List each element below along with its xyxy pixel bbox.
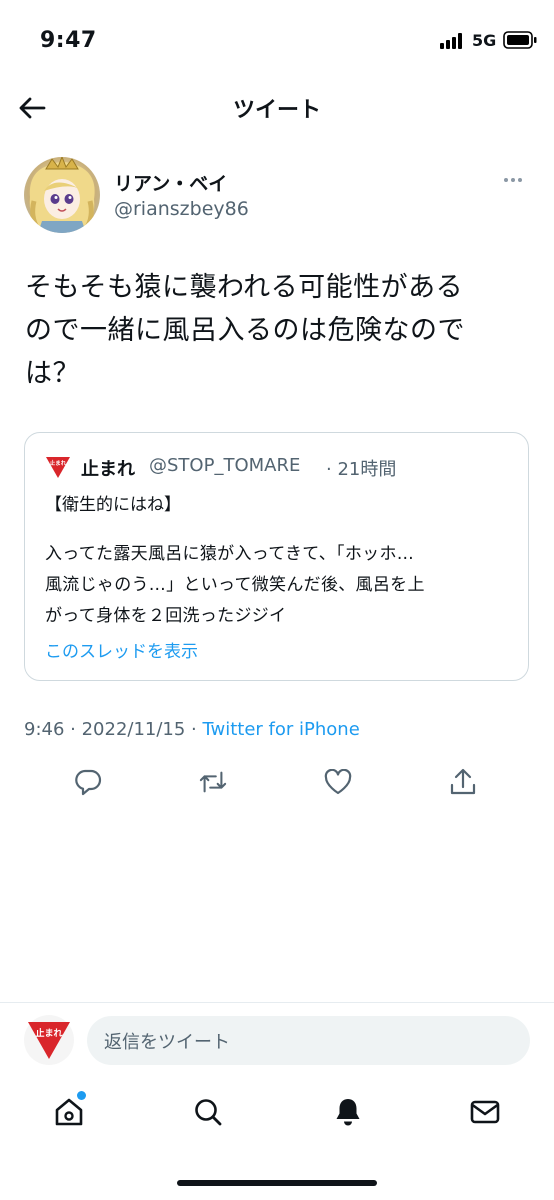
quoted-line: 入ってた露天風呂に猿が入ってきて、「ホッホ…	[45, 544, 415, 564]
back-button[interactable]	[14, 90, 50, 126]
page-title: ツイート	[232, 98, 321, 123]
notification-dot	[77, 1091, 86, 1100]
nav-notifications[interactable]	[328, 1092, 368, 1132]
quoted-display-name: 止まれ	[81, 459, 135, 480]
nav-search[interactable]	[188, 1092, 228, 1132]
bell-icon	[336, 1099, 360, 1126]
display-name[interactable]: リアン・ベイ	[114, 169, 227, 196]
tweet-line: は？	[25, 358, 80, 389]
tweet-meta: 9:46 · 2022/11/15 · Twitter for iPhone	[24, 719, 360, 740]
more-dot	[518, 178, 522, 182]
heart-icon	[324, 769, 352, 795]
home-icon	[55, 1098, 83, 1126]
show-thread-link[interactable]: このスレッドを表示	[45, 637, 198, 662]
tweet-text: そもそも猿に襲われる可能性がある ので一緒に風呂入るのは危険なので は？	[25, 266, 530, 395]
svg-text:止まれ: 止まれ	[50, 459, 67, 467]
more-options-button[interactable]	[504, 170, 528, 190]
user-handle[interactable]: @rianszbey86	[114, 198, 249, 220]
reply-button[interactable]	[74, 768, 102, 796]
reply-placeholder: 返信をツイート	[104, 1031, 230, 1053]
stop-sign-text: 止まれ	[35, 1027, 62, 1039]
stop-sign-avatar-icon: 止まれ	[46, 457, 70, 478]
reply-icon	[75, 769, 102, 796]
tweet-line: ので一緒に風呂入るのは危険なので	[25, 315, 465, 346]
search-icon	[195, 1099, 222, 1126]
battery-icon	[503, 31, 537, 49]
quoted-title: 【衛生的にはね】	[45, 495, 181, 515]
quoted-line: 風流じゃのう…」といって微笑んだ後、風呂を上	[45, 575, 425, 595]
quoted-line: がって身体を２回洗ったジジイ	[45, 606, 287, 626]
current-user-avatar[interactable]: 止まれ	[24, 1015, 74, 1065]
more-dot	[511, 178, 515, 182]
like-button[interactable]	[324, 768, 352, 796]
retweet-icon	[199, 771, 227, 793]
quoted-tweet-card[interactable]: 止まれ 止まれ @STOP_TOMARE · 21時間 【衛生的にはね】 入って…	[24, 432, 529, 681]
tweet-timestamp: 9:46 · 2022/11/15 ·	[24, 719, 203, 740]
stop-sign-icon: 止まれ	[28, 1022, 70, 1059]
quoted-timestamp: · 21時間	[326, 459, 397, 480]
quoted-text: 入ってた露天風呂に猿が入ってきて、「ホッホ… 風流じゃのう…」といって微笑んだ後…	[45, 539, 515, 632]
tweet-line: そもそも猿に襲われる可能性がある	[25, 272, 464, 303]
reply-input[interactable]: 返信をツイート	[87, 1016, 530, 1065]
signal-icon	[440, 33, 462, 49]
quoted-handle: @STOP_TOMARE	[149, 455, 301, 476]
more-dots-icon	[504, 178, 508, 182]
reply-divider	[0, 1002, 554, 1003]
share-button[interactable]	[449, 768, 477, 796]
network-type: 5G	[472, 31, 497, 50]
retweet-button[interactable]	[199, 768, 227, 796]
nav-messages[interactable]	[465, 1092, 505, 1132]
avatar[interactable]	[24, 157, 100, 233]
share-icon	[450, 768, 476, 795]
status-time: 9:47	[40, 28, 97, 53]
home-indicator[interactable]	[177, 1180, 377, 1186]
avatar-illustration	[29, 157, 95, 233]
tweet-source-link[interactable]: Twitter for iPhone	[203, 719, 360, 740]
arrow-left-icon	[19, 97, 46, 119]
mail-icon	[470, 1100, 500, 1124]
